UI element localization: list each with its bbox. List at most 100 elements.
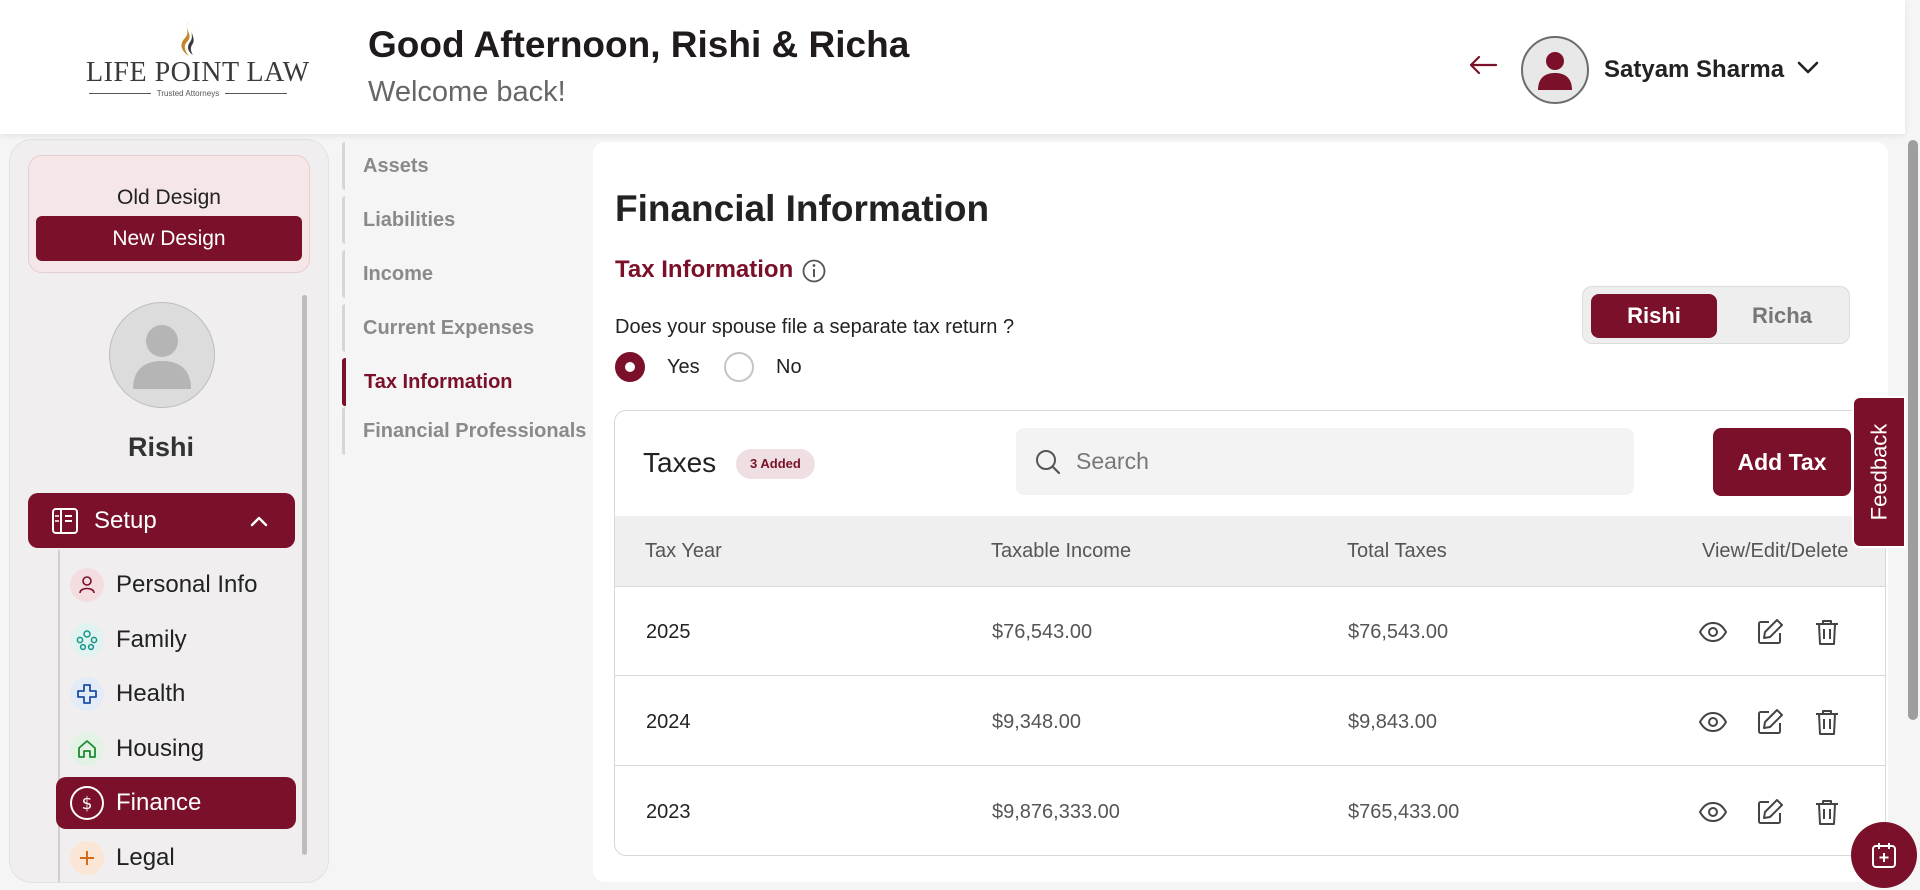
setup-label: Setup [94, 506, 157, 534]
cell-taxable-income: $9,876,333.00 [992, 801, 1120, 823]
main-content: Financial Information Tax Information Do… [593, 142, 1888, 882]
chevron-down-icon[interactable] [1796, 60, 1820, 76]
edit-icon[interactable] [1755, 617, 1785, 647]
taxes-title: Taxes [643, 447, 717, 478]
cell-year: 2025 [646, 621, 691, 643]
top-header: LIFE POINT LAW Trusted Attorneys Good Af… [0, 0, 1905, 134]
section-nav-liabilities[interactable]: Liabilities [342, 196, 455, 244]
sidebar-item-finance[interactable]: $ Finance [56, 777, 296, 829]
col-total-taxes[interactable]: Total Taxes [1347, 540, 1447, 563]
radio-no-indicator[interactable] [724, 352, 754, 382]
delete-icon[interactable] [1812, 617, 1842, 647]
cell-taxable-income: $9,348.00 [992, 711, 1081, 733]
sidebar-item-health[interactable]: Health [70, 668, 185, 720]
floating-action-button[interactable] [1851, 822, 1917, 888]
greeting-title: Good Afternoon, Rishi & Richa [368, 24, 910, 65]
sidebar-item-label: Legal [116, 844, 175, 871]
radio-no-label: No [776, 355, 802, 378]
sidebar-item-family[interactable]: Family [70, 614, 187, 666]
toggle-richa[interactable]: Richa [1719, 294, 1845, 338]
cell-total-taxes: $76,543.00 [1348, 621, 1449, 643]
dollar-icon: $ [70, 786, 104, 820]
legal-icon [70, 841, 104, 875]
new-design-button[interactable]: New Design [36, 216, 302, 261]
search-input[interactable] [1076, 448, 1576, 475]
toggle-rishi[interactable]: Rishi [1591, 294, 1717, 338]
old-design-option[interactable]: Old Design [29, 186, 309, 210]
sidebar-item-label: Family [116, 626, 187, 653]
view-icon[interactable] [1698, 797, 1728, 827]
radio-no[interactable]: No [724, 352, 802, 382]
view-icon[interactable] [1698, 707, 1728, 737]
sidebar-item-label: Housing [116, 735, 205, 762]
feedback-label: Feedback [1866, 423, 1891, 521]
info-icon[interactable] [801, 258, 827, 284]
logo-flame-icon [181, 20, 194, 56]
section-nav-tax-information[interactable]: Tax Information [342, 358, 513, 406]
spouse-tax-question: Does your spouse file a separate tax ret… [615, 316, 1015, 338]
health-icon [70, 677, 104, 711]
sidebar-item-housing[interactable]: Housing [70, 723, 204, 775]
person-icon [70, 568, 104, 602]
edit-icon[interactable] [1755, 707, 1785, 737]
brand-tagline-row: Trusted Attorneys [86, 89, 290, 98]
edit-icon[interactable] [1755, 797, 1785, 827]
delete-icon[interactable] [1812, 797, 1842, 827]
brand-logo[interactable]: LIFE POINT LAW Trusted Attorneys [86, 18, 310, 110]
setup-book-icon [52, 507, 78, 534]
col-taxable-income[interactable]: Taxable Income [991, 540, 1131, 563]
radio-yes-label: Yes [667, 355, 700, 378]
sidebar-item-label: Health [116, 680, 186, 707]
cell-taxable-income: $76,543.00 [992, 621, 1093, 643]
radio-yes[interactable]: Yes [615, 352, 700, 382]
col-tax-year[interactable]: Tax Year [645, 540, 722, 563]
spouse-toggle: Rishi Richa [1582, 286, 1850, 344]
page-scrollbar[interactable] [1908, 140, 1918, 720]
table-row: 2025 $76,543.00 $76,543.00 [615, 587, 1885, 676]
section-nav-income[interactable]: Income [342, 250, 433, 298]
sidebar-item-legal[interactable]: Legal [70, 832, 175, 882]
profile-avatar [109, 302, 215, 408]
sidebar-scrollbar[interactable] [302, 295, 307, 855]
brand-name: LIFE POINT LAW [86, 57, 310, 88]
user-icon [1538, 52, 1572, 90]
calendar-add-icon [1872, 843, 1896, 868]
section-title: Tax Information [615, 256, 794, 283]
user-name[interactable]: Satyam Sharma [1604, 56, 1784, 84]
brand-tagline: Trusted Attorneys [156, 89, 220, 98]
add-tax-button[interactable]: Add Tax [1713, 428, 1851, 496]
section-nav-assets[interactable]: Assets [342, 142, 429, 190]
home-icon [70, 732, 104, 766]
sidebar: Old Design New Design Rishi Setup Person… [10, 140, 328, 882]
radio-yes-indicator[interactable] [615, 352, 645, 382]
search-icon [1036, 449, 1061, 474]
count-badge: 3 Added [736, 449, 815, 479]
search-box[interactable] [1016, 428, 1634, 495]
profile-placeholder-icon [133, 325, 191, 389]
sidebar-item-label: Personal Info [116, 571, 258, 598]
setup-menu-toggle[interactable]: Setup [28, 493, 295, 548]
table-row: 2023 $9,876,333.00 $765,433.00 [615, 767, 1885, 855]
design-switcher: Old Design New Design [28, 155, 310, 273]
page-title: Financial Information [615, 188, 990, 229]
table-row: 2024 $9,348.00 $9,843.00 [615, 677, 1885, 766]
svg-text:$: $ [82, 794, 93, 813]
delete-icon[interactable] [1812, 707, 1842, 737]
section-nav-current-expenses[interactable]: Current Expenses [342, 304, 534, 352]
chevron-up-icon [250, 516, 268, 526]
taxes-card: Taxes 3 Added Add Tax Tax Year Taxable I… [614, 410, 1886, 856]
view-icon[interactable] [1698, 617, 1728, 647]
sidebar-item-personal-info[interactable]: Personal Info [70, 559, 257, 611]
user-avatar[interactable] [1521, 36, 1589, 104]
col-actions: View/Edit/Delete [1702, 540, 1849, 562]
profile-name: Rishi [127, 432, 194, 462]
feedback-tab[interactable]: Feedback [1852, 396, 1906, 548]
cell-total-taxes: $9,843.00 [1348, 711, 1437, 733]
table-header: Tax Year Taxable Income Total Taxes View… [615, 516, 1885, 587]
section-nav-financial-professionals[interactable]: Financial Professionals [342, 407, 586, 455]
greeting-subtitle: Welcome back! [368, 76, 566, 108]
cell-year: 2024 [646, 711, 691, 733]
back-arrow-icon[interactable] [1468, 54, 1498, 76]
submenu-line [58, 550, 60, 882]
cell-year: 2023 [646, 801, 691, 823]
